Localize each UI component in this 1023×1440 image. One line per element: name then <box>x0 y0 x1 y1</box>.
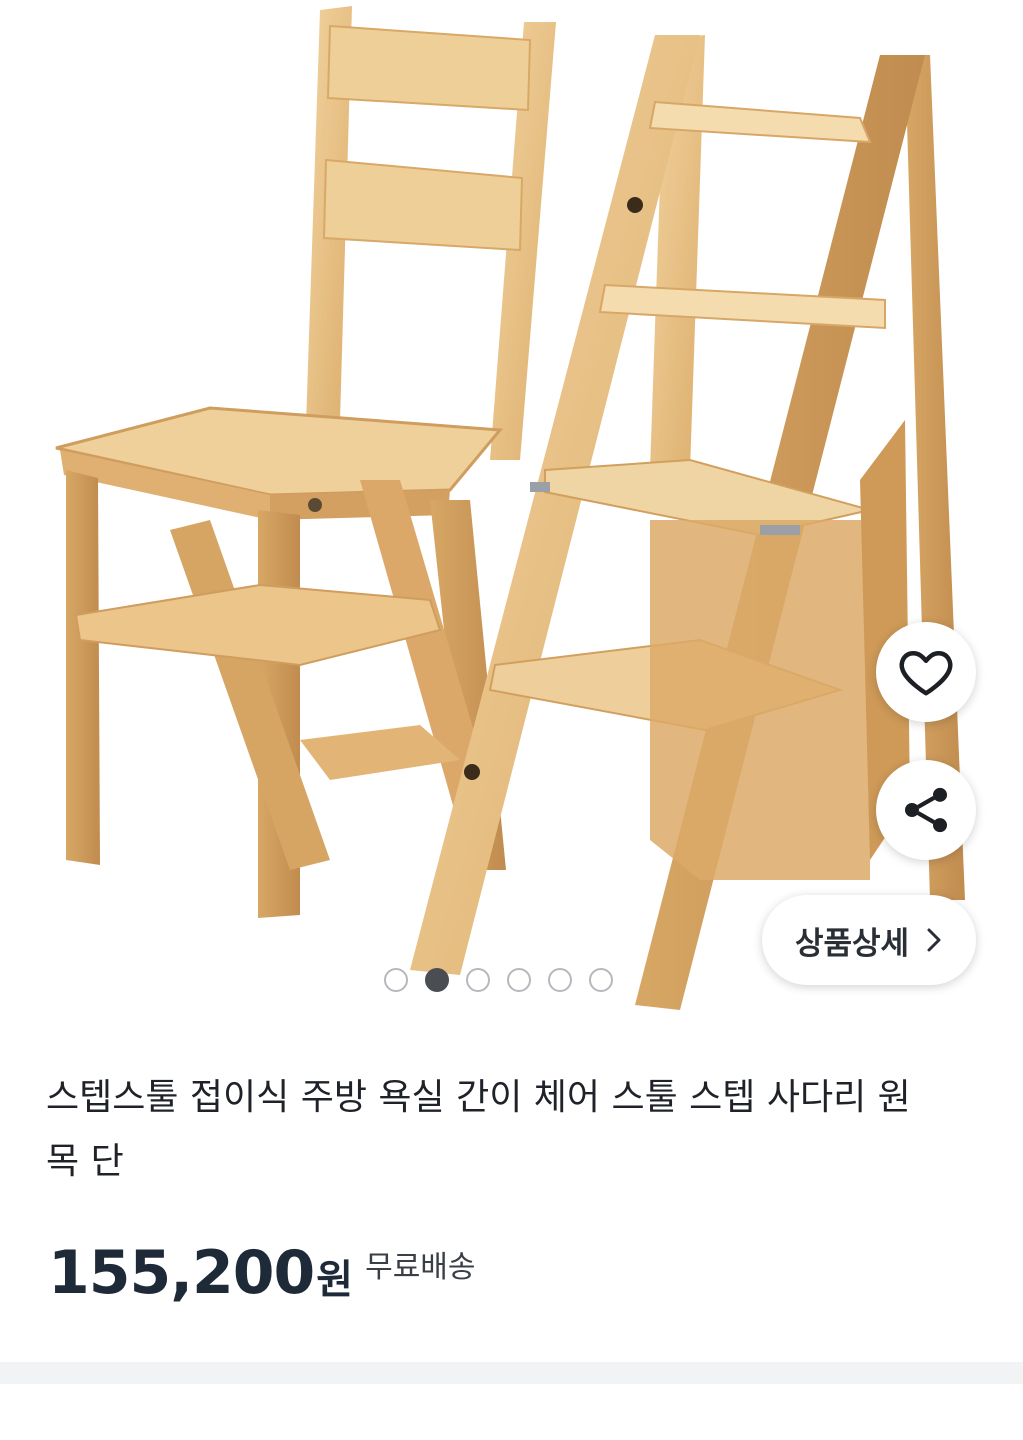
heart-icon <box>899 651 953 696</box>
price-row: 155,200 원 무료배송 <box>48 1238 476 1308</box>
like-button[interactable] <box>876 622 976 722</box>
carousel-dot-active[interactable] <box>425 968 449 992</box>
product-detail-page: 상품상세 스텝스툴 접이식 주방 욕실 간이 체어 스툴 스텝 사다리 원목 단… <box>0 0 1023 1440</box>
section-divider <box>0 1362 1023 1384</box>
carousel-dot[interactable] <box>548 968 572 992</box>
carousel-dot[interactable] <box>589 968 613 992</box>
carousel-indicators <box>384 968 613 992</box>
product-detail-label: 상품상세 <box>794 925 910 962</box>
product-image <box>55 6 965 1010</box>
shipping-badge: 무료배송 <box>365 1250 476 1285</box>
share-icon <box>905 787 947 833</box>
product-price: 155,200 <box>48 1238 315 1308</box>
carousel-dot[interactable] <box>507 968 531 992</box>
carousel-dot[interactable] <box>384 968 408 992</box>
product-title: 스텝스툴 접이식 주방 욕실 간이 체어 스툴 스텝 사다리 원목 단 <box>46 1077 911 1182</box>
carousel-dot[interactable] <box>466 968 490 992</box>
product-image-carousel[interactable]: 상품상세 <box>0 0 1023 1030</box>
share-button[interactable] <box>876 760 976 860</box>
chevron-right-icon <box>927 928 941 952</box>
price-currency: 원 <box>316 1257 354 1303</box>
product-detail-button[interactable]: 상품상세 <box>762 895 976 985</box>
